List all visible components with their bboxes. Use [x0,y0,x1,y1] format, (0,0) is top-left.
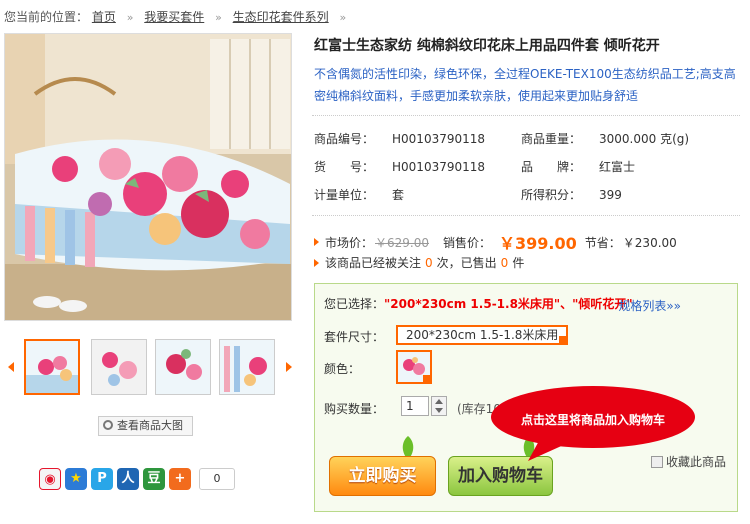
stats-post: 件 [512,256,525,270]
attr-label: 所得积分： [521,188,582,202]
add-to-cart-tooltip: 点击这里将商品加入购物车 [490,385,696,461]
bullet-icon [314,258,319,267]
attr-label: 货 号： [314,160,375,174]
increase-arrow-icon[interactable] [435,399,443,404]
attr-value: 红富士 [599,160,636,174]
color-option-selected[interactable] [396,350,432,384]
product-main-image[interactable] [4,33,292,321]
thumb-prev-arrow-icon[interactable] [8,362,14,372]
sold-count: 0 [500,255,509,270]
breadcrumb: 您当前的位置： 首页 » 我要买套件 » 生态印花套件系列 » [4,8,353,25]
chosen-value: "200*230cm 1.5-1.8米床用"、"倾听花开" [384,297,633,311]
size-label: 套件尺寸： [324,330,385,344]
attr-value: H00103790118 [392,132,486,146]
price-row: 市场价： ￥629.00 销售价： ￥399.00 节省： ￥230.00 [314,230,677,254]
size-option-selected[interactable]: 200*230cm 1.5-1.8米床用 [396,325,569,345]
check-icon [559,336,568,344]
attr-label: 品 牌： [521,160,582,174]
attr-value: 3000.000 克(g) [599,132,690,146]
view-large-image-label: 查看商品大图 [117,419,183,432]
market-price: ￥629.00 [375,235,430,250]
divider [312,215,740,216]
renren-icon[interactable]: 人 [117,468,139,490]
stats-mid: 次，已售出 [436,256,497,270]
attr-value: H00103790118 [392,160,486,174]
quantity-label: 购买数量： [324,402,385,416]
product-description: 不含偶氮的活性印染，绿色环保，全过程OEKE-TEX100生态纺织品工艺;高支高… [314,67,736,103]
save-label: 节省： [584,235,621,250]
breadcrumb-separator: » [339,11,347,24]
views-count: 0 [425,255,433,270]
breadcrumb-separator: » [215,11,222,24]
stats-pre: 该商品已经被关注 [325,256,422,270]
sale-price-label: 销售价： [443,235,492,250]
weibo-icon[interactable]: ◉ [39,468,61,490]
attr-brand: 品 牌： 红富士 [521,158,635,175]
attr-label: 商品重量： [521,132,582,146]
save-amount: ￥230.00 [622,235,677,250]
stats-row: 该商品已经被关注 0 次，已售出 0 件 [314,254,524,271]
attr-sku: 商品编号： H00103790118 [314,130,485,147]
color-label: 颜色： [324,362,361,376]
attr-item-no: 货 号： H00103790118 [314,158,485,175]
view-large-image-button[interactable]: 查看商品大图 [98,416,193,436]
quantity-input[interactable]: 1 [401,396,429,416]
more-share-icon[interactable]: + [169,468,191,490]
sale-price: ￥399.00 [499,234,577,253]
add-to-cart-button[interactable]: 加入购物车 [448,456,553,496]
buy-now-button[interactable]: 立即购买 [329,456,436,496]
attr-value: 399 [599,188,622,202]
thumbnail[interactable] [219,339,275,395]
thumbnail[interactable] [24,339,80,395]
attr-unit: 计量单位： 套 [314,186,404,203]
magnifier-icon [103,420,113,430]
breadcrumb-separator: » [126,11,134,24]
breadcrumb-prefix: 您当前的位置： [4,10,89,24]
spec-list-link[interactable]: 规格列表»» [618,297,681,314]
size-option-label: 200*230cm 1.5-1.8米床用 [406,328,559,342]
thumbnail[interactable] [155,339,211,395]
douban-icon[interactable]: 豆 [143,468,165,490]
divider [312,115,740,116]
check-icon [423,375,430,382]
share-count: 0 [199,468,235,490]
attr-label: 计量单位： [314,188,375,202]
thumbnail[interactable] [91,339,147,395]
product-title: 红富士生态家纺 纯棉斜纹印花床上用品四件套 倾听花开 [314,38,660,54]
qzone-icon[interactable]: ★ [65,468,87,490]
attr-value: 套 [392,188,405,202]
decrease-arrow-icon[interactable] [435,408,443,413]
tooltip-text: 点击这里将商品加入购物车 [520,413,665,427]
attr-label: 商品编号： [314,132,375,146]
thumb-next-arrow-icon[interactable] [286,362,292,372]
market-price-label: 市场价： [325,235,374,250]
breadcrumb-home[interactable]: 首页 [92,10,116,24]
chosen-summary: 您已选择："200*230cm 1.5-1.8米床用"、"倾听花开" [324,295,633,312]
breadcrumb-buy-sets[interactable]: 我要买套件 [144,10,204,24]
attr-points: 所得积分： 399 [521,186,622,203]
chosen-label: 您已选择： [324,297,385,311]
breadcrumb-eco-print[interactable]: 生态印花套件系列 [233,10,329,24]
bullet-icon [314,238,319,246]
quantity-stepper[interactable] [431,396,447,416]
pengyou-icon[interactable]: P [91,468,113,490]
share-bar: ◉ ★ P 人 豆 + 0 [39,467,235,491]
attr-weight: 商品重量： 3000.000 克(g) [521,130,689,147]
